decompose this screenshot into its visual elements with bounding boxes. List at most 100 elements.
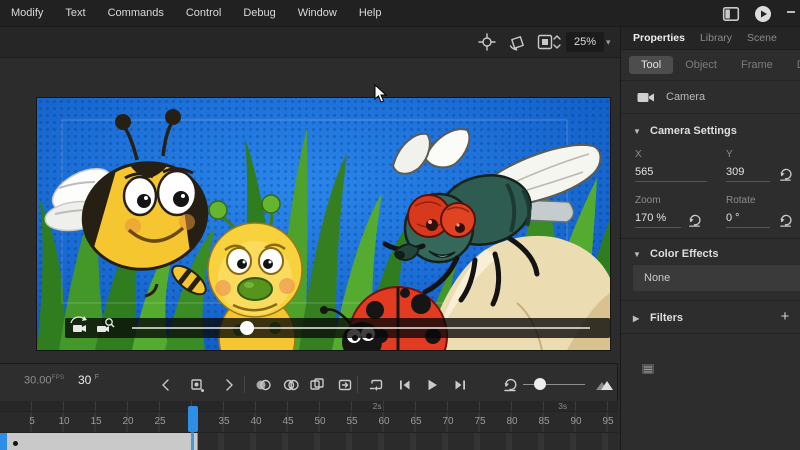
- zoom-label: Zoom: [635, 195, 661, 206]
- fit-timeline-icon[interactable]: [594, 377, 614, 393]
- onion-skin-icon[interactable]: [255, 377, 271, 393]
- menu-item[interactable]: Commands: [97, 0, 175, 27]
- ruler-frame-number: 85: [534, 416, 554, 427]
- ruler-frame-number: 55: [342, 416, 362, 427]
- keyframe-dot: [13, 441, 18, 446]
- animate-app-window: ModifyTextCommandsControlDebugWindowHelp: [0, 0, 800, 450]
- reset-rotate-icon[interactable]: [778, 213, 793, 228]
- camera-icon: [637, 91, 655, 104]
- color-effect-select[interactable]: None: [633, 265, 800, 291]
- chevron-down-icon[interactable]: ▾: [606, 37, 611, 48]
- previous-keyframe-icon[interactable]: [158, 377, 174, 393]
- timeline-seconds-ruler[interactable]: 2s 3s: [0, 401, 618, 412]
- workspace-icon[interactable]: [722, 5, 740, 23]
- reset-timeline-zoom-icon[interactable]: [502, 377, 518, 393]
- ruler-frame-number: 80: [502, 416, 522, 427]
- ruler-frame-number: 15: [86, 416, 106, 427]
- test-movie-play-icon[interactable]: [754, 5, 772, 23]
- camera-zoom-input[interactable]: 170 %: [635, 212, 681, 228]
- step-forward-icon[interactable]: [452, 377, 468, 393]
- menu-bar-items: ModifyTextCommandsControlDebugWindowHelp: [0, 0, 392, 27]
- menu-bar: ModifyTextCommandsControlDebugWindowHelp: [0, 0, 800, 27]
- reset-zoom-icon[interactable]: [687, 213, 702, 228]
- loop-playback-icon[interactable]: [368, 377, 384, 393]
- menu-item[interactable]: Window: [287, 0, 348, 27]
- fps-display[interactable]: 30.00FPS: [24, 374, 64, 387]
- chevron-down-icon: ▼: [633, 127, 641, 136]
- timeline-frames-ruler[interactable]: 5 10 15 20 25 35 40 45 50 55 60 65 70 75 80 85 90 95: [0, 412, 618, 433]
- tab-scene[interactable]: Scene: [747, 32, 777, 44]
- camera-rotate-input[interactable]: 0 °: [726, 212, 770, 228]
- edit-multiple-frames-icon[interactable]: [309, 377, 325, 393]
- ruler-frame-number: 20: [118, 416, 138, 427]
- ruler-frame-number: 45: [278, 416, 298, 427]
- step-back-icon[interactable]: [397, 377, 413, 393]
- camera-zoom-slider-knob[interactable]: [240, 321, 254, 335]
- zoom-level-select[interactable]: 25%: [566, 32, 604, 52]
- menu-item[interactable]: Modify: [0, 0, 54, 27]
- panel-menu-icon[interactable]: [641, 363, 655, 375]
- keyframe-span[interactable]: [7, 433, 198, 450]
- onion-skin-outlines-icon[interactable]: [283, 377, 299, 393]
- subtab-tool[interactable]: Tool: [629, 56, 673, 74]
- selected-object-label: Camera: [666, 91, 705, 103]
- center-stage-icon[interactable]: [478, 33, 496, 51]
- ruler-frame-number: 75: [470, 416, 490, 427]
- y-label: Y: [726, 149, 733, 160]
- layer-color-strip: [0, 433, 7, 450]
- ruler-frame-number: 65: [406, 416, 426, 427]
- ruler-frame-number: 40: [246, 416, 266, 427]
- camera-overlay-bar: [65, 316, 610, 338]
- stage-canvas[interactable]: [37, 98, 610, 350]
- next-keyframe-icon[interactable]: [221, 377, 237, 393]
- ruler-second-marker: 2s: [373, 401, 382, 411]
- camera-y-input[interactable]: 309: [726, 166, 770, 182]
- subtab-frame[interactable]: Frame: [729, 56, 785, 74]
- timeline-toolbar: 30.00FPS 30 F: [0, 364, 618, 401]
- insert-keyframe-icon[interactable]: [189, 377, 205, 393]
- ruler-second-marker: 3s: [558, 401, 567, 411]
- ruler-frame-number: 90: [566, 416, 586, 427]
- zoom-stepper[interactable]: [551, 33, 563, 51]
- subtab-doc-truncated[interactable]: D: [785, 56, 800, 74]
- filters-header[interactable]: ▶ Filters: [621, 305, 800, 331]
- ruler-frame-number: 35: [214, 416, 234, 427]
- stage-toolbar: 25% ▾: [0, 27, 620, 58]
- minimize-icon[interactable]: [786, 9, 796, 19]
- reset-position-icon[interactable]: [778, 167, 793, 182]
- color-effects-header[interactable]: ▼ Color Effects: [621, 241, 800, 267]
- properties-subtab-bar: Tool Object Frame D: [621, 50, 800, 81]
- menu-item[interactable]: Help: [348, 0, 393, 27]
- timeline-layer-row[interactable]: [0, 433, 618, 450]
- chevron-right-icon: ▶: [633, 314, 641, 323]
- current-frame-display[interactable]: 30 F: [78, 373, 99, 387]
- ruler-frame-number: 70: [438, 416, 458, 427]
- properties-panel: Properties Library Scene Tool Object Fra…: [620, 27, 800, 450]
- ruler-frame-number: 10: [54, 416, 74, 427]
- menu-item[interactable]: Debug: [232, 0, 286, 27]
- chevron-down-icon: ▼: [633, 250, 641, 259]
- selected-object-row: Camera: [621, 81, 800, 114]
- play-icon[interactable]: [424, 377, 440, 393]
- menu-item[interactable]: Control: [175, 0, 232, 27]
- mouse-cursor: [374, 84, 388, 104]
- timeline-zoom-slider-track[interactable]: [523, 384, 585, 385]
- ruler-frame-number: 5: [22, 416, 42, 427]
- subtab-object[interactable]: Object: [673, 56, 729, 74]
- ruler-frame-number: 95: [598, 416, 618, 427]
- tab-properties[interactable]: Properties: [633, 32, 685, 44]
- camera-settings-header[interactable]: ▼ Camera Settings: [621, 118, 800, 144]
- camera-x-input[interactable]: 565: [635, 166, 707, 182]
- ruler-frame-number: 60: [374, 416, 394, 427]
- menu-item[interactable]: Text: [54, 0, 96, 27]
- insert-frame-icon[interactable]: [337, 377, 353, 393]
- ruler-frame-number: 25: [150, 416, 170, 427]
- tab-library[interactable]: Library: [700, 32, 732, 44]
- ruler-frame-number: 50: [310, 416, 330, 427]
- panel-tab-bar: Properties Library Scene: [621, 27, 800, 50]
- rotate-label: Rotate: [726, 195, 755, 206]
- timeline-zoom-slider-knob[interactable]: [534, 378, 546, 390]
- playhead[interactable]: [188, 406, 198, 432]
- add-filter-button[interactable]: +: [777, 309, 793, 325]
- rotation-tool-icon[interactable]: [508, 33, 526, 51]
